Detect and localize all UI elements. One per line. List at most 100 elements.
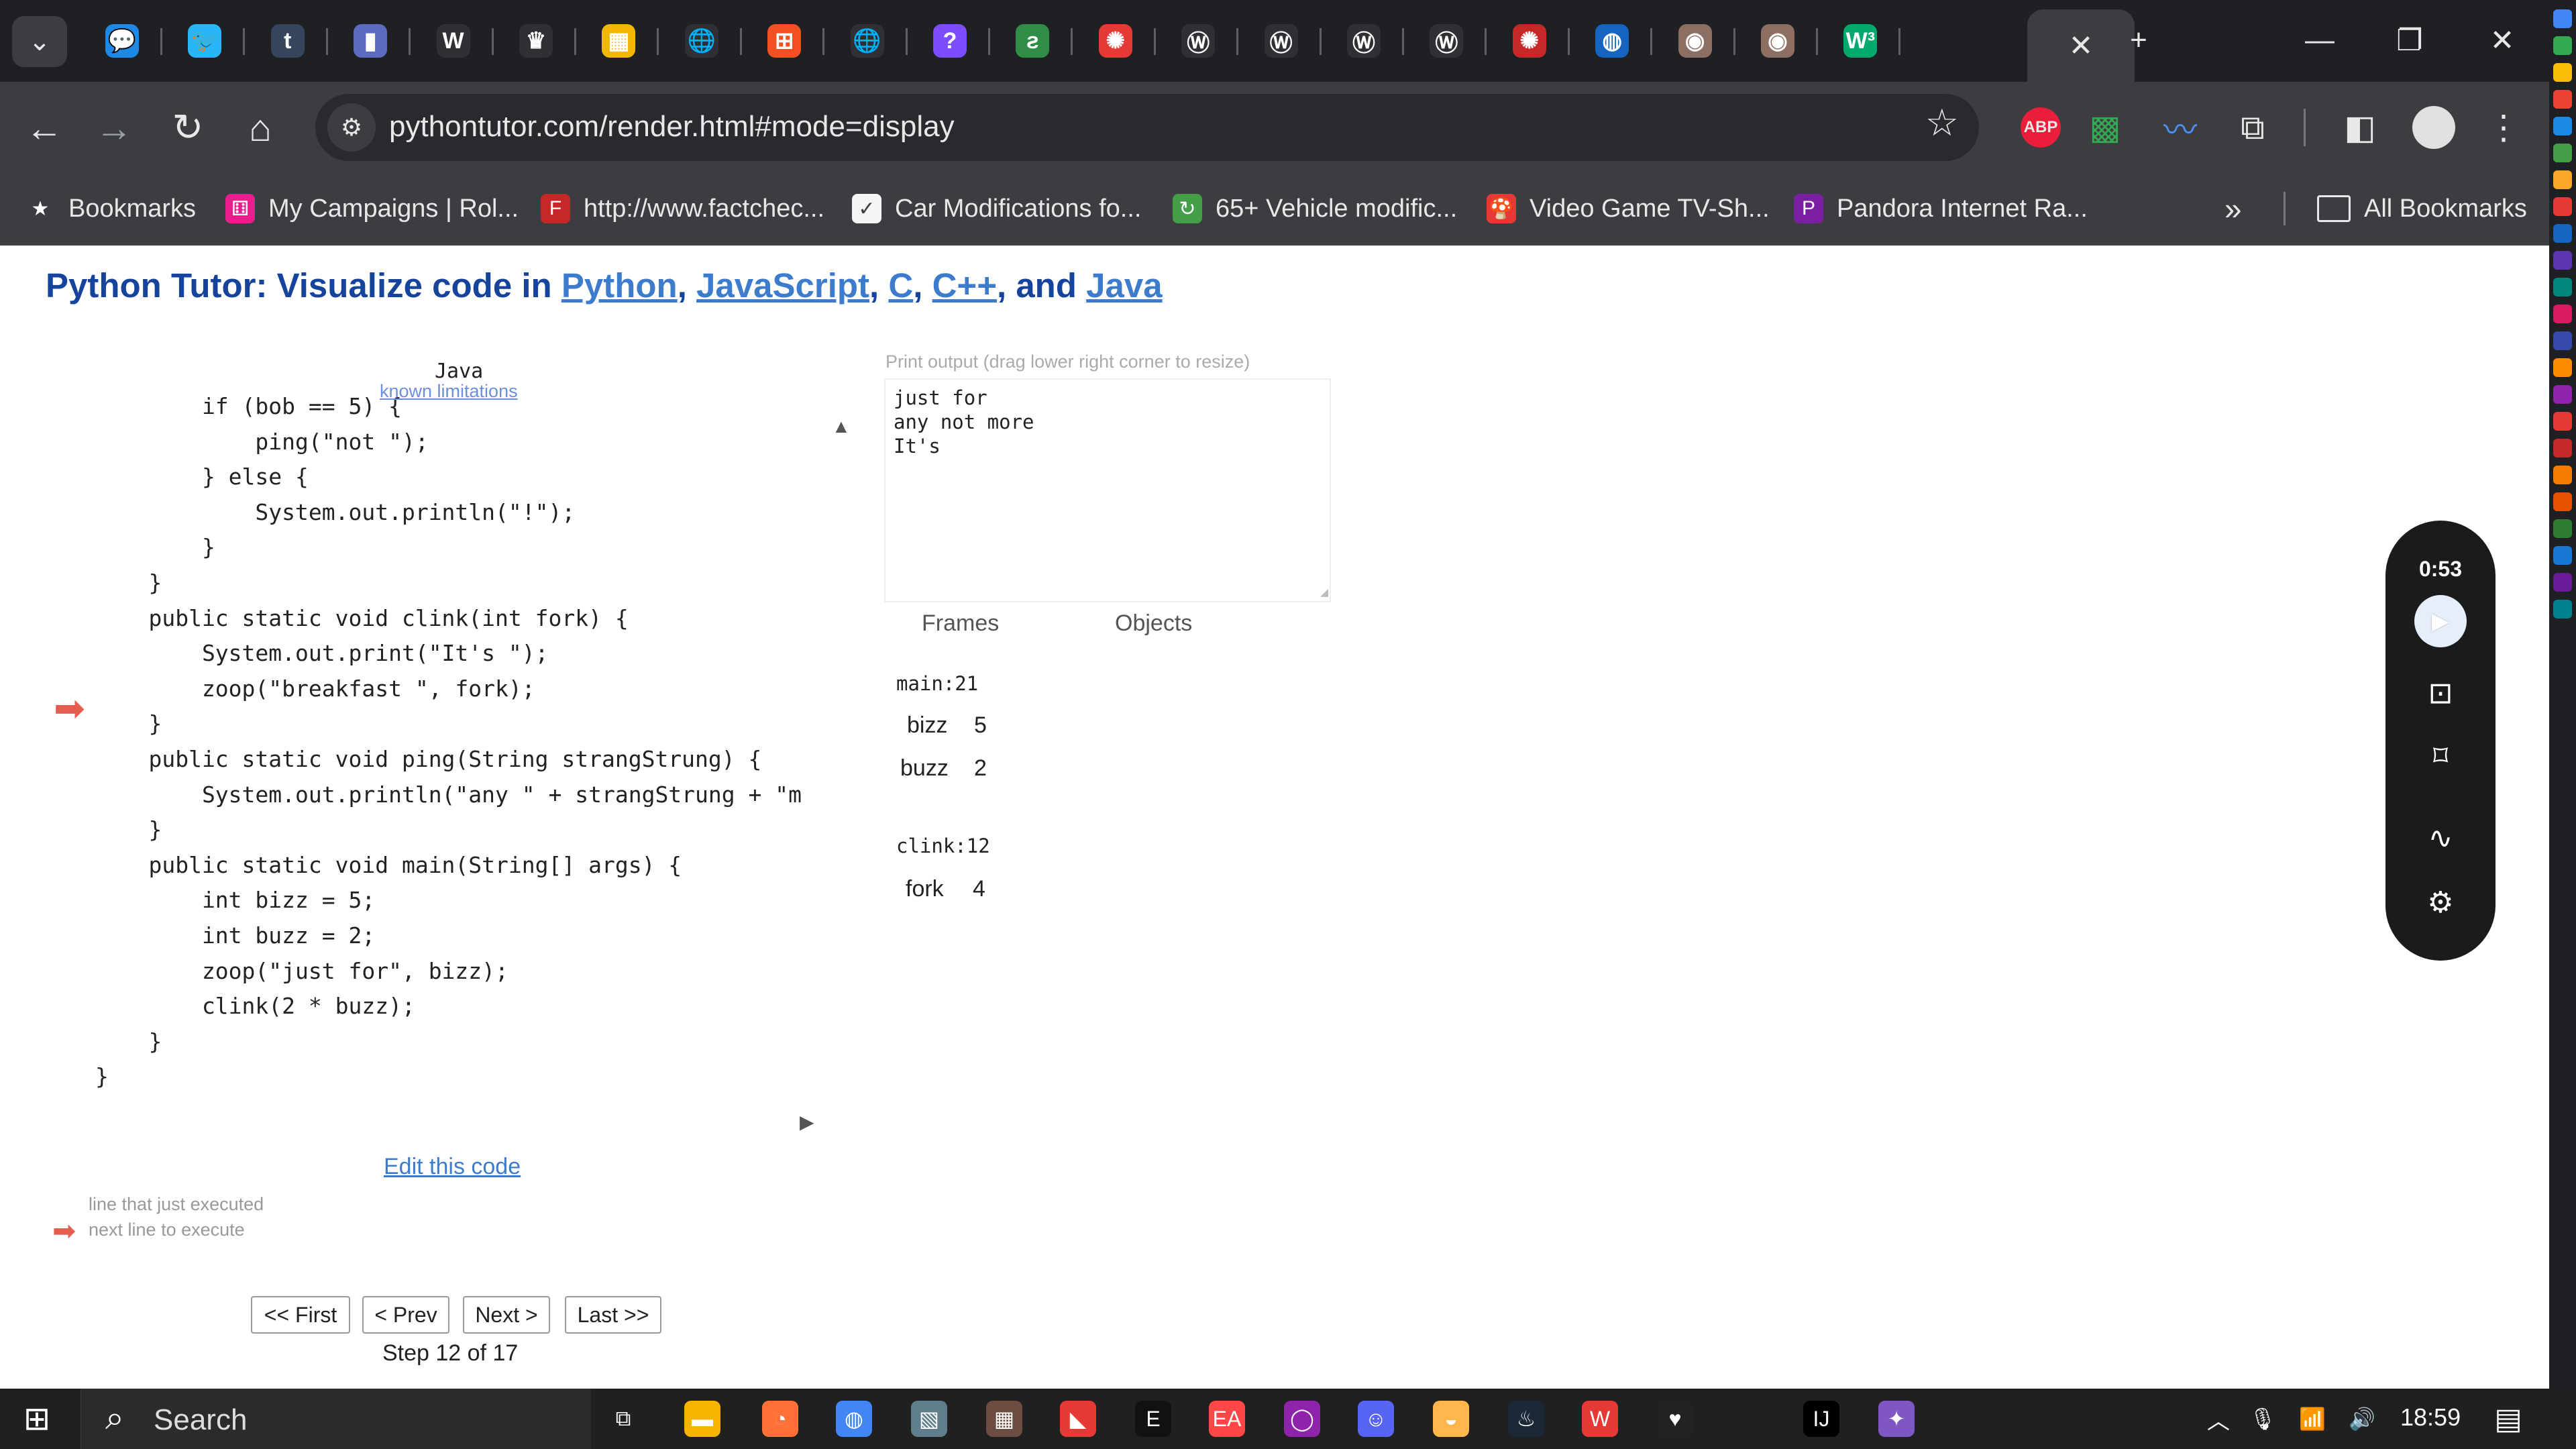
- clock[interactable]: 18:59: [2400, 1403, 2461, 1432]
- code-panel[interactable]: if (bob == 5) { ping("not "); } else { S…: [0, 393, 832, 1326]
- resize-handle-icon[interactable]: ◢: [1320, 584, 1328, 600]
- photos-icon[interactable]: ▧: [911, 1401, 947, 1437]
- side-app-icon[interactable]: [2553, 144, 2572, 162]
- reload-button[interactable]: ↻: [161, 101, 215, 154]
- tab[interactable]: ♛: [496, 13, 576, 68]
- last-button[interactable]: Last >>: [565, 1296, 661, 1334]
- cake-icon[interactable]: ◒: [1433, 1401, 1469, 1437]
- first-button[interactable]: << First: [251, 1296, 350, 1334]
- steam-icon[interactable]: ♨: [1508, 1401, 1544, 1437]
- bookmark-item[interactable]: Fhttp://www.factchec...: [541, 185, 824, 232]
- all-bookmarks-button[interactable]: All Bookmarks: [2317, 185, 2527, 232]
- screenshot-icon[interactable]: ⊡: [2385, 669, 2496, 716]
- tab[interactable]: ▦: [578, 13, 659, 68]
- tab[interactable]: W³: [1820, 13, 1901, 68]
- address-bar[interactable]: ⚙ pythontutor.com/render.html#mode=displ…: [315, 94, 1979, 161]
- bookmark-item[interactable]: P Pandora Internet Ra...: [1794, 185, 2088, 232]
- side-app-icon[interactable]: [2553, 546, 2572, 565]
- back-button[interactable]: ←: [17, 101, 71, 154]
- side-panel-icon[interactable]: ◧: [2332, 99, 2388, 156]
- bookmark-item[interactable]: ⚅ My Campaigns | Rol...: [225, 185, 519, 232]
- bookmark-item[interactable]: ★ Bookmarks: [25, 185, 196, 232]
- discord-icon[interactable]: ☺: [1358, 1401, 1394, 1437]
- tab[interactable]: ?: [910, 13, 990, 68]
- ea-icon[interactable]: EA: [1209, 1401, 1245, 1437]
- new-tab-button[interactable]: +: [2092, 13, 2186, 67]
- side-app-icon[interactable]: [2553, 9, 2572, 28]
- chrome-icon[interactable]: ◍: [836, 1401, 872, 1437]
- side-app-icon[interactable]: [2553, 466, 2572, 484]
- copilot-icon[interactable]: ✦: [1878, 1401, 1915, 1437]
- chevron-up-icon[interactable]: ︿: [2200, 1401, 2237, 1437]
- file-explorer-icon[interactable]: ▬: [684, 1401, 720, 1437]
- side-app-icon[interactable]: [2553, 573, 2572, 592]
- menu-kebab-icon[interactable]: ⋮: [2475, 99, 2532, 156]
- tab[interactable]: 🐦: [164, 13, 246, 68]
- side-app-icon[interactable]: [2553, 278, 2572, 297]
- tab[interactable]: ◉: [1737, 13, 1818, 68]
- google-extension-icon[interactable]: ▩: [2077, 99, 2133, 156]
- profile-avatar[interactable]: [2406, 99, 2462, 156]
- taskbar-search[interactable]: ⌕ Search: [80, 1389, 591, 1449]
- windows-start-icon[interactable]: ⊞: [19, 1401, 55, 1437]
- tab[interactable]: 🌐: [827, 13, 908, 68]
- close-tab-icon[interactable]: ✕: [2069, 29, 2094, 63]
- tab[interactable]: Ⓦ: [1324, 13, 1404, 68]
- next-button[interactable]: Next >: [463, 1296, 550, 1334]
- tab[interactable]: Ⓦ: [1158, 13, 1239, 68]
- print-output-box[interactable]: just for any not more It's ◢: [884, 378, 1331, 602]
- heart-app-icon[interactable]: ♥: [1657, 1401, 1693, 1437]
- circle-app-icon[interactable]: ◯: [1284, 1401, 1320, 1437]
- tab[interactable]: t: [248, 13, 328, 68]
- link-javascript[interactable]: JavaScript: [696, 266, 869, 305]
- extensions-puzzle-icon[interactable]: ⧉: [2224, 99, 2281, 156]
- side-app-icon[interactable]: [2553, 63, 2572, 82]
- side-app-icon[interactable]: [2553, 492, 2572, 511]
- bookmark-item[interactable]: ✓ Car Modifications fo...: [852, 185, 1141, 232]
- home-button[interactable]: ⌂: [233, 101, 287, 154]
- side-app-icon[interactable]: [2553, 305, 2572, 323]
- tab[interactable]: Ⓦ: [1241, 13, 1322, 68]
- scroll-up-icon[interactable]: ▲: [832, 416, 851, 437]
- tab[interactable]: 🌐: [661, 13, 742, 68]
- minimize-button[interactable]: —: [2273, 13, 2367, 67]
- wps-icon[interactable]: W: [1582, 1401, 1618, 1437]
- side-app-icon[interactable]: [2553, 224, 2572, 243]
- tab[interactable]: 💬: [82, 13, 162, 68]
- tab[interactable]: ✺: [1075, 13, 1156, 68]
- bookmark-item[interactable]: ↻ 65+ Vehicle modific...: [1173, 185, 1457, 232]
- side-app-icon[interactable]: [2553, 251, 2572, 270]
- tab-search-dropdown-icon[interactable]: ⌄: [12, 16, 67, 67]
- waveform-extension-icon[interactable]: 〰: [2152, 99, 2208, 156]
- bookmark-item[interactable]: 🍄 Video Game TV-Sh...: [1487, 185, 1770, 232]
- epic-games-icon[interactable]: E: [1135, 1401, 1171, 1437]
- tab[interactable]: Ⓦ: [1406, 13, 1487, 68]
- link-python[interactable]: Python: [561, 266, 678, 305]
- game-icon[interactable]: ◣: [1060, 1401, 1096, 1437]
- restore-button[interactable]: ❐: [2363, 13, 2457, 67]
- side-app-icon[interactable]: [2553, 519, 2572, 538]
- side-app-icon[interactable]: [2553, 600, 2572, 619]
- notification-icon[interactable]: ▤: [2490, 1401, 2526, 1437]
- prev-button[interactable]: < Prev: [362, 1296, 449, 1334]
- known-limitations-link[interactable]: known limitations: [380, 381, 518, 402]
- tab[interactable]: ƨ: [992, 13, 1073, 68]
- wifi-icon[interactable]: 📶: [2294, 1401, 2330, 1437]
- intellij-icon[interactable]: IJ: [1803, 1401, 1839, 1437]
- adblock-plus-icon[interactable]: ABP: [2012, 99, 2069, 156]
- minecraft-icon[interactable]: ▦: [986, 1401, 1022, 1437]
- link-c[interactable]: C: [888, 266, 913, 305]
- site-settings-icon[interactable]: ⚙: [327, 103, 376, 152]
- task-view-icon[interactable]: ⧉: [605, 1401, 641, 1437]
- side-app-icon[interactable]: [2553, 385, 2572, 404]
- close-window-button[interactable]: ✕: [2455, 13, 2549, 67]
- side-app-icon[interactable]: [2553, 412, 2572, 431]
- link-cpp[interactable]: C++: [932, 266, 997, 305]
- bookmark-star-icon[interactable]: ☆: [1925, 101, 1959, 145]
- scroll-right-icon[interactable]: ▶: [800, 1111, 814, 1133]
- link-java[interactable]: Java: [1086, 266, 1162, 305]
- microphone-icon[interactable]: 🎙: [2245, 1401, 2281, 1437]
- settings-gear-icon[interactable]: ⚙: [2385, 879, 2496, 926]
- side-app-icon[interactable]: [2553, 331, 2572, 350]
- edit-code-link[interactable]: Edit this code: [384, 1154, 521, 1180]
